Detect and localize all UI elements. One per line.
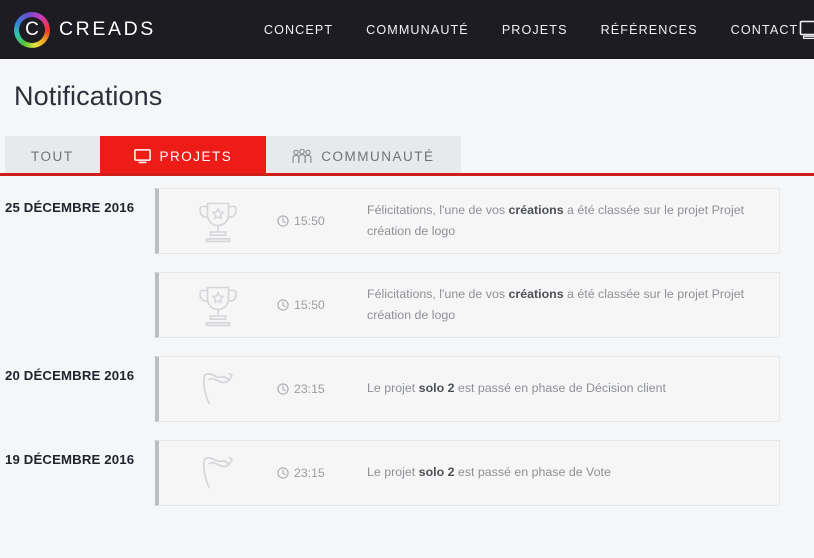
clock-icon [277,215,289,227]
brand-logo[interactable]: C CREADS [14,11,156,48]
brand-name: CREADS [59,18,156,40]
notification-message: Félicitations, l'une de vos créations a … [367,200,779,243]
message-highlight[interactable]: créations [509,287,564,301]
notification-time: 15:50 [277,298,367,312]
notification-time-value: 15:50 [294,214,325,228]
notification-group: 20 DÉCEMBRE 2016 23:15 Le projet solo 2 es… [0,356,814,440]
message-highlight[interactable]: solo 2 [419,465,455,479]
notification-time: 15:50 [277,214,367,228]
message-prefix: Le projet [367,381,419,396]
clock-icon [277,383,289,395]
notification-card[interactable]: 23:15 Le projet solo 2 est passé en phase… [155,356,780,422]
page-title: Notifications [14,81,163,111]
clock-icon [277,467,289,479]
notification-group: 19 DÉCEMBRE 2016 23:15 Le projet solo 2 es… [0,440,814,524]
nav-references[interactable]: RÉFÉRENCES [601,23,698,37]
message-suffix: est passé en phase de Vote [454,465,611,480]
flag-icon [159,367,277,411]
group-cards: 15:50 Félicitations, l'une de vos créatio… [155,188,814,356]
notification-time: 23:15 [277,382,367,396]
notification-time: 23:15 [277,466,367,480]
tab-label: TOUT [31,148,74,164]
creads-ring-icon: C [14,11,50,48]
nav-concept[interactable]: CONCEPT [264,23,333,37]
notification-time-value: 23:15 [294,466,325,480]
tab-communaut[interactable]: COMMUNAUTÉ [266,136,461,176]
tab-label: PROJETS [159,148,233,164]
notification-card[interactable]: 15:50 Félicitations, l'une de vos créatio… [155,188,780,254]
nav-communaute[interactable]: COMMUNAUTÉ [366,23,469,37]
monitor-icon [133,148,151,164]
notification-time-value: 23:15 [294,382,325,396]
topbar-monitor-icon[interactable] [796,19,814,41]
group-cards: 23:15 Le projet solo 2 est passé en phase… [155,440,814,524]
notifications-list: 25 DÉCEMBRE 2016 15:50 Félicitations, l'un… [0,176,814,524]
nav-projets[interactable]: PROJETS [502,23,568,37]
tab-tout[interactable]: TOUT [5,136,100,176]
notification-time-value: 15:50 [294,298,325,312]
tab-projets[interactable]: PROJETS [99,136,267,176]
clock-icon [277,299,289,311]
notification-message: Félicitations, l'une de vos créations a … [367,284,779,327]
top-navigation-bar: C CREADS CONCEPT COMMUNAUTÉ PROJETS RÉFÉREN… [0,0,814,59]
notification-card[interactable]: 23:15 Le projet solo 2 est passé en phase… [155,440,780,506]
message-highlight[interactable]: solo 2 [419,381,455,395]
trophy-icon [159,283,277,327]
brand-mark-letter: C [25,19,39,40]
tabs-section: TOUT PROJETS COMMUNAUTÉ [0,136,814,176]
nav-contact[interactable]: CONTACT [731,23,799,37]
flag-icon [159,451,277,495]
message-prefix: Félicitations, l'une de vos [367,202,509,217]
message-highlight[interactable]: créations [509,203,564,217]
people-group-icon [292,148,312,164]
group-cards: 23:15 Le projet solo 2 est passé en phase… [155,356,814,440]
group-date-label: 20 DÉCEMBRE 2016 [5,368,135,383]
message-prefix: Félicitations, l'une de vos [367,286,509,301]
notification-message: Le projet solo 2 est passé en phase de D… [367,378,779,399]
main-nav: CONCEPT COMMUNAUTÉ PROJETS RÉFÉRENCES CONTAC… [264,23,798,37]
group-date-label: 25 DÉCEMBRE 2016 [5,200,135,215]
tabs-underline [0,173,814,176]
notification-message: Le projet solo 2 est passé en phase de V… [367,462,779,483]
tab-label: COMMUNAUTÉ [321,148,435,164]
notification-group: 25 DÉCEMBRE 2016 15:50 Félicitations, l'un… [0,188,814,356]
message-prefix: Le projet [367,465,419,480]
tab-list: TOUT PROJETS COMMUNAUTÉ [0,136,814,176]
page-header: Notifications [0,59,814,136]
trophy-icon [159,199,277,243]
message-suffix: est passé en phase de Décision client [454,381,666,396]
notification-card[interactable]: 15:50 Félicitations, l'une de vos créatio… [155,272,780,338]
group-date-label: 19 DÉCEMBRE 2016 [5,452,135,467]
